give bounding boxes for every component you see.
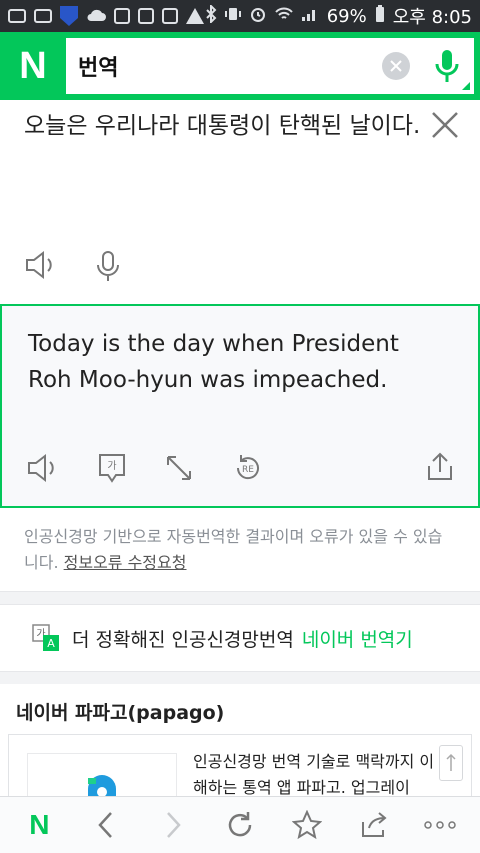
- microphone-icon: [97, 251, 119, 281]
- retranslate-icon: RE: [236, 455, 259, 480]
- expand-icon: [167, 456, 191, 480]
- translate-icon: 가 A: [32, 624, 59, 651]
- gallery-icon: [114, 8, 130, 24]
- voice-search-button[interactable]: [432, 47, 462, 85]
- more-button[interactable]: [410, 801, 470, 849]
- corner-indicator-icon: [462, 82, 470, 90]
- clear-search-button[interactable]: [382, 52, 410, 80]
- battery-percent: 69%: [326, 5, 367, 27]
- clear-source-button[interactable]: [428, 108, 462, 142]
- share-icon: [361, 812, 387, 837]
- close-icon: [432, 112, 458, 138]
- clock: 오후 8:05: [392, 7, 472, 28]
- papago-logo-icon: [88, 775, 116, 796]
- message-icon: [8, 9, 26, 23]
- close-icon: [390, 60, 402, 72]
- share-button[interactable]: [426, 452, 454, 486]
- vibrate-icon: [224, 6, 241, 27]
- status-bar: 69% 오후 8:05: [0, 0, 480, 32]
- speaker-icon: [28, 453, 54, 483]
- more-icon: [424, 821, 457, 829]
- signal-icon: [301, 6, 319, 27]
- cloud-icon: [86, 7, 106, 26]
- source-text[interactable]: 오늘은 우리나라 대통령이 탄핵된 날이다.: [24, 108, 424, 144]
- translated-text[interactable]: Today is the day when President Roh Moo-…: [28, 326, 448, 398]
- disclaimer-note: 인공신경망 기반으로 자동번역한 결과이며 오류가 있을 수 있습니다. 정보오…: [0, 508, 480, 592]
- papago-section: 네이버 파파고(papago) 인공신경망 번역 기술로 맥락까지 이해하는 통…: [0, 684, 480, 796]
- source-panel: 오늘은 우리나라 대통령이 탄핵된 날이다.: [0, 100, 480, 304]
- papago-title[interactable]: 네이버 파파고(papago): [16, 698, 224, 725]
- result-speaker-button[interactable]: [26, 453, 60, 487]
- speaker-icon: [26, 250, 52, 280]
- chat-icon: [34, 9, 52, 23]
- alarm-icon: [249, 5, 267, 28]
- star-icon: [291, 810, 322, 840]
- warning-icon: [186, 8, 204, 24]
- translation-result-panel: Today is the day when President Roh Moo-…: [0, 304, 480, 508]
- scroll-top-button[interactable]: [439, 745, 463, 781]
- source-speaker-button[interactable]: [24, 250, 58, 286]
- search-header: N 번역: [0, 32, 480, 100]
- report-error-link[interactable]: 정보오류 수정요청: [64, 553, 187, 572]
- naver-logo[interactable]: N: [6, 38, 60, 94]
- papago-description: 인공신경망 번역 기술로 맥락까지 이해하는 통역 앱 파파고. 업그레이: [193, 752, 435, 796]
- expand-button[interactable]: [164, 453, 194, 487]
- share-icon: [428, 452, 452, 480]
- arrow-up-icon: [446, 753, 456, 771]
- refresh-icon: [228, 812, 252, 837]
- chevron-right-icon: [167, 812, 181, 838]
- refresh-button[interactable]: [210, 801, 270, 849]
- svg-text:가: 가: [107, 460, 116, 472]
- search-box[interactable]: 번역: [66, 38, 474, 94]
- notification-icon: [162, 8, 178, 24]
- bookmark-button[interactable]: [277, 801, 337, 849]
- speech-bubble-icon: 가: [99, 454, 125, 483]
- home-button[interactable]: N: [9, 801, 69, 849]
- photo-icon: [138, 8, 154, 24]
- naver-translator-link[interactable]: 네이버 번역기: [302, 625, 413, 652]
- bottom-navigation: N: [0, 796, 480, 853]
- share-page-button[interactable]: [344, 801, 404, 849]
- promo-text: 더 정확해진 인공신경망번역: [72, 628, 294, 651]
- back-button[interactable]: [76, 801, 136, 849]
- chevron-left-icon: [98, 812, 113, 838]
- forward-button[interactable]: [143, 801, 203, 849]
- svg-text:RE: RE: [242, 465, 254, 475]
- papago-thumbnail[interactable]: [27, 753, 177, 796]
- battery-icon: [375, 4, 385, 28]
- microphone-icon: [435, 50, 459, 82]
- svg-text:A: A: [47, 637, 55, 650]
- pronunciation-button[interactable]: 가: [98, 453, 126, 487]
- retranslate-button[interactable]: RE: [232, 452, 264, 488]
- bank-shield-icon: [60, 6, 78, 26]
- bluetooth-icon: [205, 3, 217, 28]
- wifi-icon: [274, 6, 293, 27]
- search-input[interactable]: 번역: [78, 50, 382, 82]
- papago-card[interactable]: 인공신경망 번역 기술로 맥락까지 이해하는 통역 앱 파파고. 업그레이: [8, 734, 472, 796]
- source-mic-button[interactable]: [96, 250, 120, 286]
- translator-promo[interactable]: 가 A 더 정확해진 인공신경망번역 네이버 번역기: [0, 604, 480, 672]
